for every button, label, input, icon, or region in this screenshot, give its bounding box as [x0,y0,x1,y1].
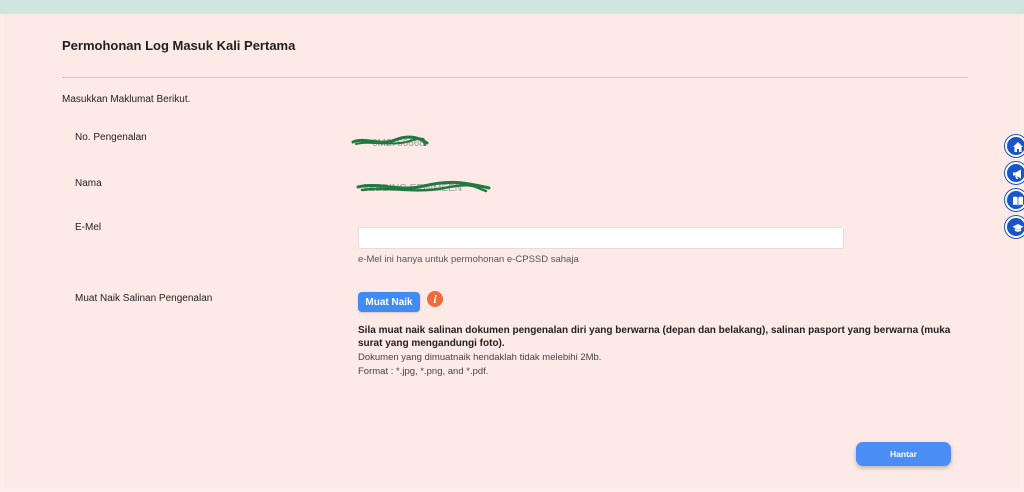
upload-button[interactable]: Muat Naik [358,292,420,312]
name-label: Nama [75,178,102,189]
graduation-cap-icon [1012,224,1024,232]
redaction-scribble-name [356,180,491,193]
side-nav-announcements[interactable] [1005,162,1024,184]
submit-button[interactable]: Hantar [856,442,951,466]
book-icon [1013,196,1023,206]
upload-format: Format : *.jpg, *.png, and *.pdf. [358,366,489,377]
upload-label: Muat Naik Salinan Pengenalan [75,293,213,304]
upload-size-limit: Dokumen yang dimuatnaik hendaklah tidak … [358,352,602,363]
email-help-text: e-Mel ini hanya untuk permohonan e-CPSSD… [358,254,579,265]
email-input[interactable] [358,227,844,249]
form-intro: Masukkan Maklumat Berikut. [62,94,191,105]
info-icon[interactable]: i [427,291,443,307]
side-nav-education[interactable] [1005,216,1024,238]
id-number-label: No. Pengenalan [75,132,147,143]
home-icon [1013,142,1023,152]
upload-instructions: Sila muat naik salinan dokumen pengenala… [358,325,951,349]
page-title: Permohonan Log Masuk Kali Pertama [62,38,296,53]
side-nav-manual[interactable] [1005,189,1024,211]
top-bar [0,0,1024,14]
email-label: E-Mel [75,222,102,233]
form-panel [4,14,1020,488]
side-nav-home[interactable] [1005,135,1024,157]
megaphone-icon [1013,169,1021,179]
redaction-scribble-id [351,135,429,146]
title-divider [62,77,968,78]
